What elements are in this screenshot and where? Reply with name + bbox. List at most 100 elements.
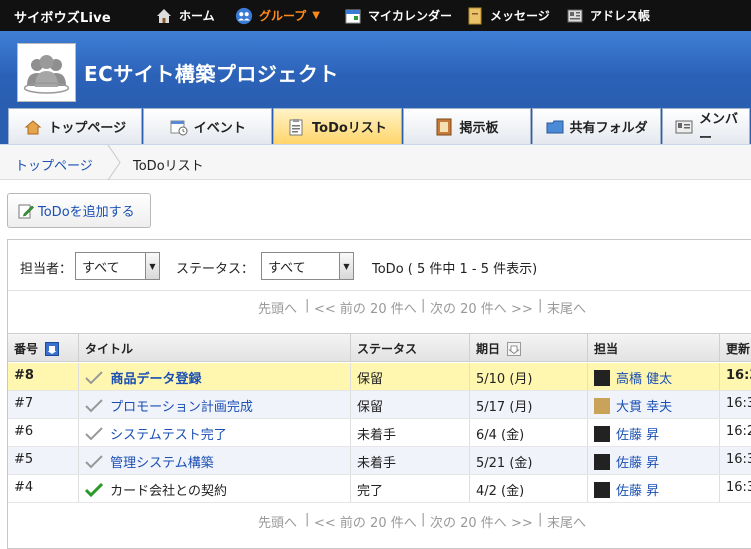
check-outline-icon[interactable]: [85, 455, 103, 469]
pager-sep: |: [305, 298, 310, 313]
breadcrumb-current: ToDoリスト: [133, 159, 204, 174]
table-row[interactable]: #6 システムテスト完了 未着手 6/4 (金) 佐藤 昇 16:2: [8, 419, 751, 447]
event-calendar-icon: [170, 118, 188, 136]
table-row[interactable]: #7 プロモーション計画完成 保留 5/17 (月) 大貫 幸夫 16:3: [8, 391, 751, 419]
pager-prev[interactable]: << 前の 20 件へ: [314, 512, 417, 531]
column-updated[interactable]: 更新: [719, 334, 751, 362]
table-row[interactable]: #4 カード会社との契約 完了 4/2 (金) 佐藤 昇 16:3: [8, 475, 751, 503]
pager-prev[interactable]: << 前の 20 件へ: [314, 298, 417, 317]
row-number: #6: [14, 424, 34, 439]
tab-events[interactable]: イベント: [143, 108, 273, 144]
row-due-date: 5/21 (金): [469, 447, 587, 474]
row-title-cell: 商品データ登録: [78, 363, 350, 390]
nav-address-book[interactable]: アドレス帳: [566, 0, 650, 31]
tab-label: 共有フォルダ: [569, 121, 648, 136]
calendar-icon: [344, 7, 362, 25]
edit-note-icon: [18, 204, 34, 218]
assignee-select[interactable]: すべて ▼: [75, 252, 160, 280]
check-outline-icon[interactable]: [85, 371, 103, 385]
nav-home[interactable]: ホーム: [155, 0, 215, 31]
row-number: #7: [14, 396, 34, 411]
pager-last[interactable]: 末尾へ: [547, 512, 586, 531]
column-number[interactable]: 番号: [8, 334, 78, 362]
group-tabs: トップページ イベント ToDoリスト 掲示板 共有フォルダ メンバー: [0, 106, 751, 144]
row-due-date: 5/17 (月): [469, 391, 587, 418]
todo-title-link[interactable]: システムテスト完了: [110, 428, 227, 443]
brand-logo[interactable]: サイボウズLive: [14, 7, 111, 26]
column-label: 番号: [14, 342, 39, 356]
tab-label: トップページ: [48, 121, 127, 136]
sort-descending-icon[interactable]: [45, 342, 60, 356]
row-updated: 16:3: [719, 447, 751, 474]
nav-my-calendar[interactable]: マイカレンダー: [344, 0, 452, 31]
check-outline-icon[interactable]: [85, 399, 103, 413]
column-status[interactable]: ステータス: [350, 334, 469, 362]
row-assignee: 大貫 幸夫: [587, 391, 719, 418]
todo-title-link[interactable]: 商品データ登録: [111, 372, 202, 387]
assignee-select-value: すべて: [82, 261, 120, 276]
breadcrumb-chevron-icon: [107, 145, 121, 180]
tab-top-page[interactable]: トップページ: [8, 108, 143, 144]
assignee-link[interactable]: 佐藤 昇: [616, 428, 659, 443]
pager-next[interactable]: 次の 20 件へ >>: [430, 298, 533, 317]
row-status: 保留: [350, 363, 469, 390]
tab-bulletin-board[interactable]: 掲示板: [402, 108, 532, 144]
breadcrumb-top-page[interactable]: トップページ: [15, 155, 93, 174]
avatar: [594, 454, 610, 470]
assignee-link[interactable]: 佐藤 昇: [616, 484, 659, 499]
row-due-date: 6/4 (金): [469, 419, 587, 446]
nav-group[interactable]: グループ ▼: [235, 0, 320, 31]
assignee-filter-label: 担当者：: [20, 262, 73, 277]
pager-first[interactable]: 先頭へ: [258, 512, 297, 531]
row-assignee: 佐藤 昇: [587, 419, 719, 446]
nav-home-label: ホーム: [179, 9, 215, 23]
row-updated: 16:3: [719, 391, 751, 418]
nav-my-calendar-label: マイカレンダー: [368, 9, 453, 23]
row-title-cell: プロモーション計画完成: [78, 391, 350, 418]
pager-next[interactable]: 次の 20 件へ >>: [430, 512, 533, 531]
chevron-down-icon: ▼: [145, 253, 159, 279]
table-row[interactable]: #5 管理システム構築 未着手 5/21 (金) 佐藤 昇 16:3: [8, 447, 751, 475]
pager-sep: |: [421, 512, 426, 527]
assignee-link[interactable]: 高橋 健太: [616, 372, 672, 387]
chevron-down-icon: ▼: [312, 10, 320, 21]
pager-sep: |: [538, 298, 543, 313]
todo-title-link[interactable]: 管理システム構築: [110, 456, 214, 471]
tab-members[interactable]: メンバー: [661, 108, 750, 144]
row-updated: 16:3: [719, 363, 751, 390]
nav-messages[interactable]: メッセージ: [466, 0, 550, 31]
bulletin-board-icon: [436, 118, 454, 136]
todo-title-text[interactable]: カード会社との契約: [110, 484, 227, 499]
check-outline-icon[interactable]: [85, 427, 103, 441]
row-number: #8: [14, 368, 34, 383]
row-number: #5: [14, 452, 34, 467]
tab-shared-folder[interactable]: 共有フォルダ: [532, 108, 661, 144]
assignee-link[interactable]: 佐藤 昇: [616, 456, 659, 471]
sort-icon[interactable]: [507, 342, 522, 356]
row-status: 完了: [350, 475, 469, 502]
row-title-cell: システムテスト完了: [78, 419, 350, 446]
row-updated: 16:2: [719, 419, 751, 446]
todo-title-link[interactable]: プロモーション計画完成: [110, 400, 253, 415]
column-due-date[interactable]: 期日: [469, 334, 587, 362]
pager-first[interactable]: 先頭へ: [258, 298, 297, 317]
tab-label: ToDoリスト: [312, 121, 387, 136]
row-title-cell: 管理システム構築: [78, 447, 350, 474]
status-select[interactable]: すべて ▼: [261, 252, 354, 280]
add-todo-button[interactable]: ToDoを追加する: [7, 193, 151, 228]
assignee-link[interactable]: 大貫 幸夫: [616, 400, 672, 415]
pager-last[interactable]: 末尾へ: [547, 298, 586, 317]
avatar: [594, 370, 610, 386]
pager-sep: |: [421, 298, 426, 313]
pager-bottom: 先頭へ | << 前の 20 件へ | 次の 20 件へ >> | 末尾へ: [8, 512, 751, 532]
chevron-down-icon: ▼: [339, 253, 353, 279]
column-assignee[interactable]: 担当: [587, 334, 719, 362]
result-count: ToDo ( 5 件中 1 - 5 件表示): [372, 262, 538, 277]
table-row[interactable]: #8 商品データ登録 保留 5/10 (月) 高橋 健太 16:3: [8, 363, 751, 391]
check-done-icon[interactable]: [85, 483, 103, 497]
row-assignee: 佐藤 昇: [587, 447, 719, 474]
row-number: #4: [14, 480, 34, 495]
column-title[interactable]: タイトル: [78, 334, 350, 362]
tab-todo-list[interactable]: ToDoリスト: [273, 108, 402, 144]
pager-sep: |: [538, 512, 543, 527]
